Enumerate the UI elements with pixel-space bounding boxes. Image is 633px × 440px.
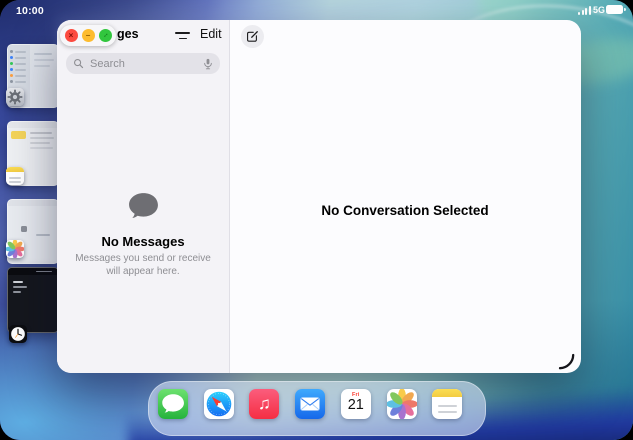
dock-mail-icon[interactable] bbox=[295, 389, 325, 419]
stage-thumbnail-clock[interactable] bbox=[7, 267, 59, 333]
photos-flower-icon[interactable] bbox=[6, 240, 24, 258]
clock-thumb-toolbar bbox=[8, 268, 58, 275]
conversation-filter-icon[interactable] bbox=[175, 32, 190, 40]
envelope-icon bbox=[300, 397, 320, 411]
search-bar bbox=[66, 53, 220, 74]
photos-thumb-photo bbox=[21, 226, 27, 232]
compose-icon bbox=[246, 30, 259, 43]
ipad-screen: 10:00 5G bbox=[0, 0, 633, 440]
edit-button[interactable]: Edit bbox=[200, 27, 222, 41]
settings-gear-icon[interactable] bbox=[6, 88, 24, 106]
close-button[interactable]: × bbox=[65, 29, 78, 42]
zoom-button[interactable]: ↕ bbox=[99, 29, 112, 42]
chat-bubble-icon bbox=[127, 191, 160, 222]
network-type-label: 5G bbox=[593, 5, 605, 15]
search-input[interactable] bbox=[88, 57, 199, 71]
dock-calendar-icon[interactable]: Fri 21 bbox=[341, 389, 371, 419]
dock-safari-icon[interactable] bbox=[204, 389, 234, 419]
photos-thumb-toolbar bbox=[8, 200, 58, 206]
chat-bubble-icon bbox=[158, 389, 188, 419]
detail-empty-title: No Conversation Selected bbox=[229, 203, 581, 218]
cellular-signal-icon bbox=[578, 6, 591, 15]
dock-photos-icon[interactable] bbox=[387, 389, 417, 419]
dock-notes-icon[interactable] bbox=[432, 389, 462, 419]
notes-icon[interactable] bbox=[6, 167, 24, 185]
window-title-fragment: ges bbox=[117, 27, 139, 41]
magnifier-icon bbox=[73, 58, 84, 69]
compose-button[interactable] bbox=[241, 25, 264, 48]
dock-messages-icon[interactable] bbox=[158, 389, 188, 419]
notes-thumb-selected-note bbox=[11, 131, 26, 139]
minimize-button[interactable]: − bbox=[82, 29, 95, 42]
microphone-icon[interactable] bbox=[203, 58, 213, 70]
battery-icon bbox=[606, 5, 623, 14]
dock: ♫ Fri 21 bbox=[148, 381, 486, 436]
sidebar-empty-subtitle: Messages you send or receive will appear… bbox=[67, 253, 219, 278]
messages-window: × − ↕ ges Edit bbox=[57, 20, 581, 373]
status-time: 10:00 bbox=[16, 5, 44, 17]
window-controls: × − ↕ bbox=[60, 25, 116, 46]
notes-thumb-toolbar bbox=[8, 122, 58, 128]
dock-music-icon[interactable]: ♫ bbox=[249, 389, 279, 419]
music-note-glyph: ♫ bbox=[249, 389, 279, 419]
clock-icon[interactable] bbox=[9, 325, 27, 343]
sidebar-empty-state: No Messages Messages you send or receive… bbox=[57, 191, 229, 278]
sidebar-empty-title: No Messages bbox=[57, 234, 229, 249]
calendar-day: 21 bbox=[341, 397, 371, 413]
notes-icon-header bbox=[432, 389, 462, 397]
photos-flower-icon bbox=[387, 389, 417, 419]
window-resize-handle[interactable] bbox=[557, 352, 575, 370]
